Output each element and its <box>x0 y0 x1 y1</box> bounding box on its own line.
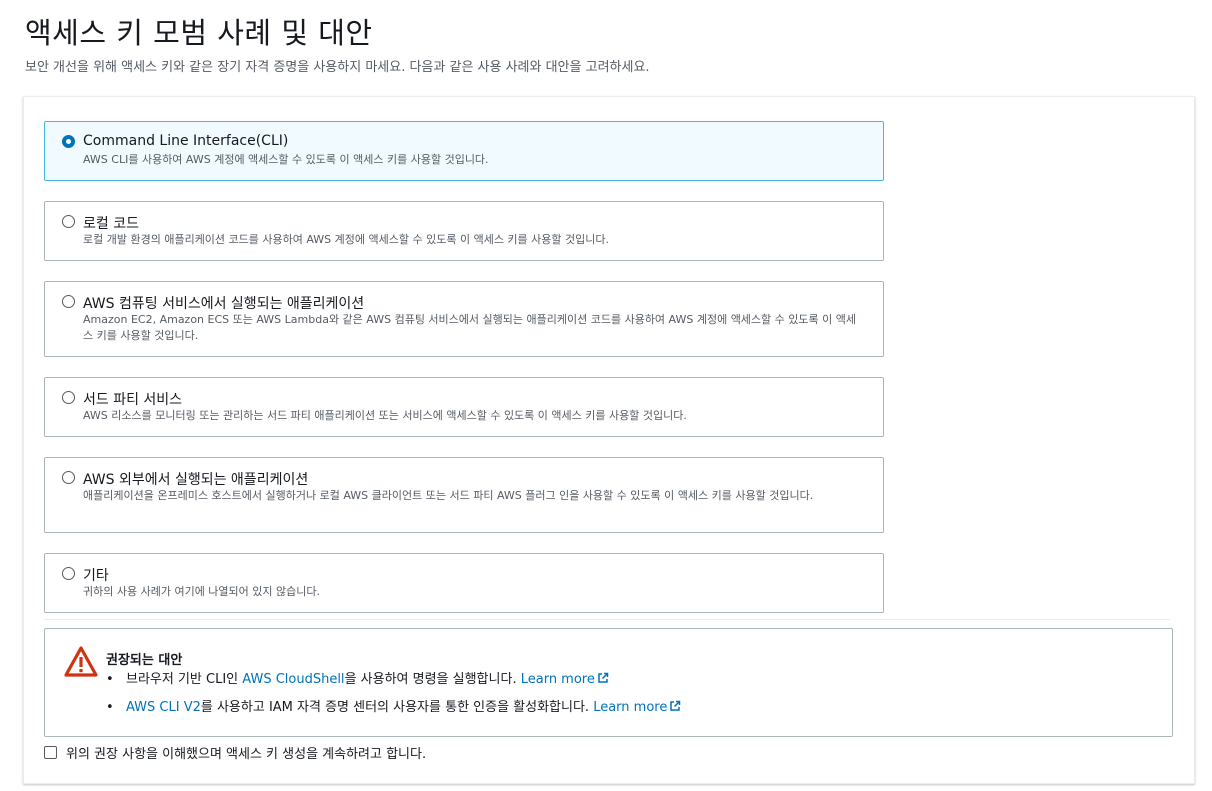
option-local-code[interactable]: 로컬 코드 로컬 개발 환경의 애플리케이션 코드를 사용하여 AWS 계정에 … <box>44 201 884 261</box>
option-other[interactable]: 기타 귀하의 사용 사례가 여기에 나열되어 있지 않습니다. <box>44 553 884 613</box>
option-description: 귀하의 사용 사례가 여기에 나열되어 있지 않습니다. <box>83 585 320 598</box>
option-title: AWS 컴퓨팅 서비스에서 실행되는 애플리케이션 <box>83 296 365 312</box>
option-aws-compute[interactable]: AWS 컴퓨팅 서비스에서 실행되는 애플리케이션 Amazon EC2, Am… <box>44 281 884 357</box>
option-title: AWS 외부에서 실행되는 애플리케이션 <box>83 472 309 488</box>
external-link-icon <box>670 700 681 711</box>
acknowledgement-checkbox[interactable] <box>44 746 57 759</box>
list-item: • 브라우저 기반 CLI인 AWS CloudShell을 사용하여 명령을 … <box>105 670 681 698</box>
page-description: 보안 개선을 위해 액세스 키와 같은 장기 자격 증명을 사용하지 마세요. … <box>25 60 650 75</box>
bullet: • <box>106 700 114 715</box>
acknowledgement-label[interactable]: 위의 권장 사항을 이해했으며 액세스 키 생성을 계속하려고 합니다. <box>66 743 426 762</box>
option-description: AWS 리소스를 모니터링 또는 관리하는 서드 파티 애플리케이션 또는 서비… <box>83 409 687 422</box>
option-title: 서드 파티 서비스 <box>83 392 183 408</box>
option-title: Command Line Interface(CLI) <box>83 133 289 149</box>
recommended-alternatives-alert: 권장되는 대안 • 브라우저 기반 CLI인 AWS CloudShell을 사… <box>44 628 1173 737</box>
bullet: • <box>106 672 114 687</box>
radio-button[interactable] <box>62 567 75 580</box>
option-title: 기타 <box>83 568 109 584</box>
radio-button[interactable] <box>62 215 75 228</box>
cloudshell-link[interactable]: AWS CloudShell <box>242 672 344 687</box>
alert-title: 권장되는 대안 <box>106 653 183 668</box>
option-description: 애플리케이션을 온프레미스 호스트에서 실행하거나 로컬 AWS 클라이언트 또… <box>83 489 814 502</box>
divider <box>44 619 1170 620</box>
alternatives-list: • 브라우저 기반 CLI인 AWS CloudShell을 사용하여 명령을 … <box>105 670 681 726</box>
option-cli[interactable]: Command Line Interface(CLI) AWS CLI를 사용하… <box>44 121 884 181</box>
radio-button[interactable] <box>62 295 75 308</box>
use-case-container: Command Line Interface(CLI) AWS CLI를 사용하… <box>23 96 1195 784</box>
learn-more-link[interactable]: Learn more <box>521 672 609 687</box>
list-item: • AWS CLI V2를 사용하고 IAM 자격 증명 센터의 사용자를 통한… <box>105 698 681 726</box>
option-outside-aws[interactable]: AWS 외부에서 실행되는 애플리케이션 애플리케이션을 온프레미스 호스트에서… <box>44 457 884 533</box>
learn-more-label: Learn more <box>593 700 668 715</box>
option-description: AWS CLI를 사용하여 AWS 계정에 액세스할 수 있도록 이 액세스 키… <box>83 153 489 166</box>
item-text-suffix: 를 사용하고 IAM 자격 증명 센터의 사용자를 통한 인증을 활성화합니다. <box>200 700 594 715</box>
item-text-prefix: 브라우저 기반 CLI인 <box>126 672 243 687</box>
warning-icon <box>64 646 98 677</box>
option-title: 로컬 코드 <box>83 216 139 232</box>
radio-button[interactable] <box>62 471 75 484</box>
item-text-suffix: 을 사용하여 명령을 실행합니다. <box>344 672 521 687</box>
external-link-icon <box>598 672 609 683</box>
acknowledgement-row[interactable]: 위의 권장 사항을 이해했으며 액세스 키 생성을 계속하려고 합니다. <box>44 743 426 762</box>
radio-button-selected[interactable] <box>62 135 75 148</box>
learn-more-link[interactable]: Learn more <box>593 700 681 715</box>
learn-more-label: Learn more <box>520 672 595 687</box>
radio-button[interactable] <box>62 391 75 404</box>
option-third-party[interactable]: 서드 파티 서비스 AWS 리소스를 모니터링 또는 관리하는 서드 파티 애플… <box>44 377 884 437</box>
page-title: 액세스 키 모범 사례 및 대안 <box>25 16 373 50</box>
option-description: 로컬 개발 환경의 애플리케이션 코드를 사용하여 AWS 계정에 액세스할 수… <box>83 233 610 246</box>
aws-cli-v2-link[interactable]: AWS CLI V2 <box>126 700 201 715</box>
option-description: Amazon EC2, Amazon ECS 또는 AWS Lambda와 같은… <box>83 313 856 342</box>
